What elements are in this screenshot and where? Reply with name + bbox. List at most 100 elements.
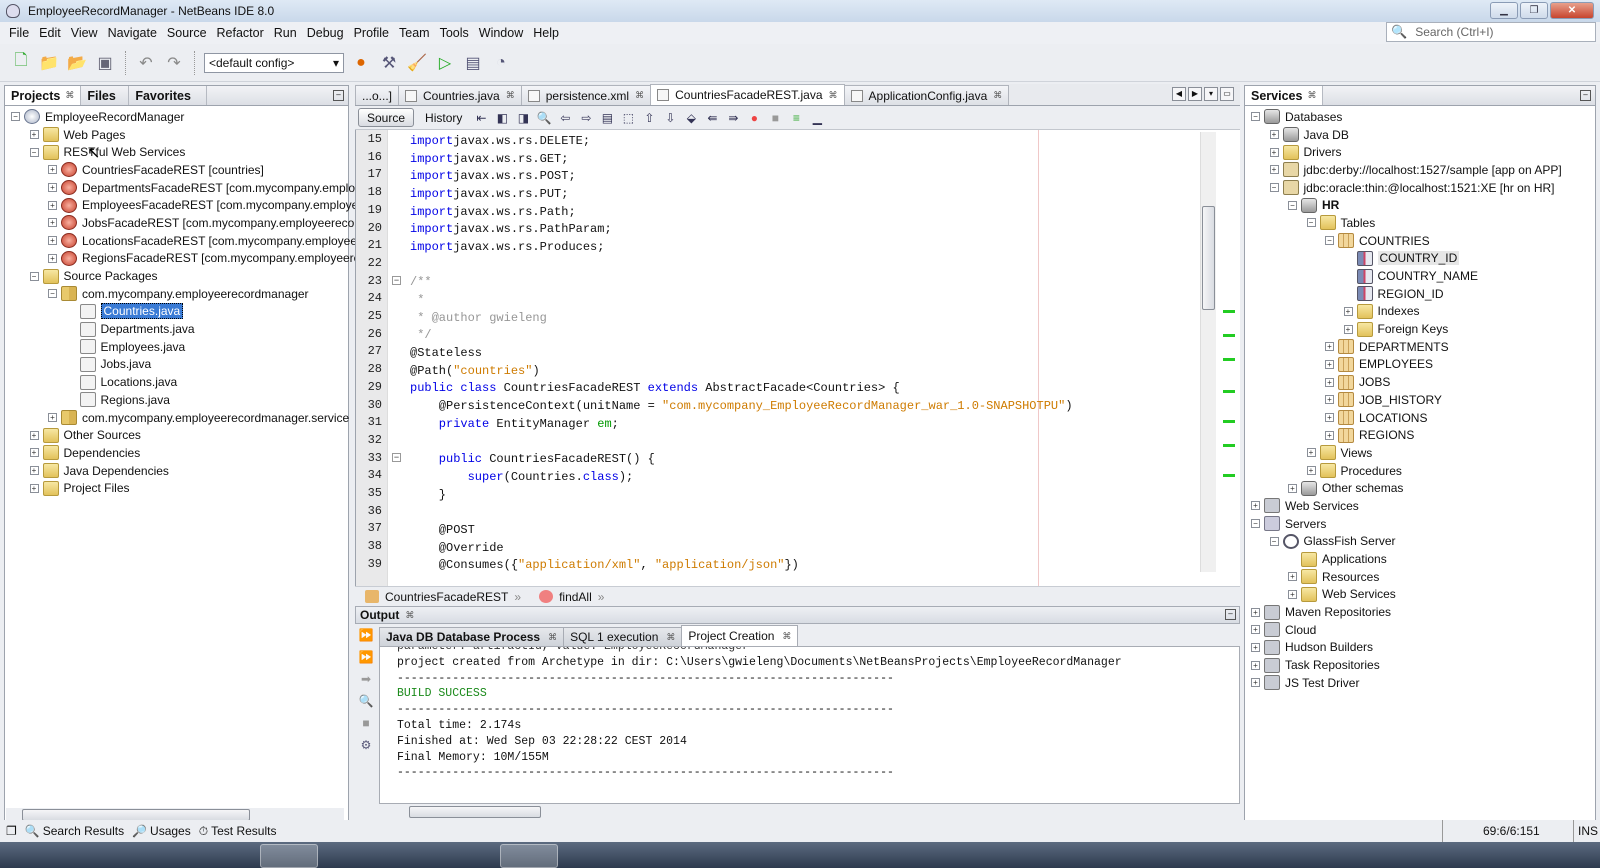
- close-icon[interactable]: ⌘: [635, 90, 644, 101]
- close-button[interactable]: ✕: [1550, 2, 1594, 19]
- expand-icon[interactable]: +: [1325, 359, 1334, 369]
- editor-tab[interactable]: ...o...]: [355, 85, 400, 105]
- tab-files[interactable]: Files: [81, 86, 130, 105]
- tab-favorites[interactable]: Favorites: [129, 86, 208, 105]
- arrow-right-icon[interactable]: ➡: [358, 670, 374, 688]
- project-tree-item[interactable]: Departments.java: [5, 320, 348, 338]
- toggle-bookmark-icon[interactable]: ⬙: [683, 110, 699, 126]
- change-marker[interactable]: [1223, 358, 1235, 361]
- output-tab[interactable]: SQL 1 execution ⌘: [563, 627, 683, 646]
- services-tree-item[interactable]: COUNTRY_NAME: [1245, 267, 1595, 285]
- services-tree-item[interactable]: + Task Repositories: [1245, 656, 1595, 674]
- forward-icon[interactable]: ◨: [515, 110, 531, 126]
- project-tree-item[interactable]: Countries.java: [5, 303, 348, 321]
- menu-run[interactable]: Run: [269, 26, 302, 40]
- expand-icon[interactable]: +: [48, 183, 57, 193]
- menu-view[interactable]: View: [66, 26, 103, 40]
- stop-icon[interactable]: ■: [358, 714, 374, 732]
- browser-icon[interactable]: ●: [350, 52, 372, 74]
- expand-icon[interactable]: +: [1306, 448, 1316, 458]
- quick-search-input[interactable]: 🔍 Search (Ctrl+I): [1386, 22, 1596, 42]
- new-project-icon[interactable]: 📁: [38, 52, 60, 74]
- expand-icon[interactable]: +: [48, 218, 57, 228]
- expand-icon[interactable]: +: [1251, 678, 1260, 688]
- expand-icon[interactable]: +: [29, 483, 39, 493]
- collapse-icon[interactable]: −: [1251, 519, 1260, 529]
- project-tree-item[interactable]: Jobs.java: [5, 356, 348, 374]
- previous-bookmark-icon[interactable]: ⇧: [641, 110, 657, 126]
- project-tree-item[interactable]: Locations.java: [5, 373, 348, 391]
- output-tab[interactable]: Project Creation ⌘: [681, 625, 799, 646]
- code-content[interactable]: import javax.ws.rs.DELETE; import javax.w…: [410, 132, 1073, 574]
- shift-left-icon[interactable]: ⇚: [704, 110, 720, 126]
- expand-icon[interactable]: +: [1343, 306, 1353, 316]
- project-tree-item[interactable]: + JobsFacadeREST [com.mycompany.employeer…: [5, 214, 440, 232]
- open-project-icon[interactable]: 📂: [66, 52, 88, 74]
- rerun-with-options-icon[interactable]: ⏩: [358, 648, 374, 666]
- services-tree-item[interactable]: + Java DB: [1245, 126, 1595, 144]
- expand-icon[interactable]: +: [1251, 642, 1260, 652]
- record-macro-icon[interactable]: ●: [746, 110, 762, 126]
- services-tree-item[interactable]: + Maven Repositories: [1245, 603, 1595, 621]
- tab-list-icon[interactable]: ▾: [1204, 87, 1218, 101]
- settings-icon[interactable]: ⚙: [358, 736, 374, 754]
- expand-icon[interactable]: +: [48, 236, 57, 246]
- expand-icon[interactable]: +: [48, 165, 57, 175]
- history-view-button[interactable]: History: [419, 108, 468, 127]
- menu-help[interactable]: Help: [528, 26, 564, 40]
- project-tree-item[interactable]: − RESTful Web Services: [5, 143, 348, 161]
- change-marker[interactable]: [1223, 334, 1235, 337]
- services-tree-item[interactable]: − Tables: [1245, 214, 1595, 232]
- minimize-panel-button[interactable]: –: [1225, 609, 1236, 620]
- configuration-select[interactable]: <default config> ▾: [204, 52, 344, 73]
- change-marker[interactable]: [1223, 420, 1235, 423]
- services-tree-item[interactable]: + Web Services: [1245, 586, 1595, 604]
- collapse-icon[interactable]: −: [1306, 218, 1316, 228]
- fold-toggle-icon[interactable]: −: [392, 453, 401, 462]
- new-file-icon[interactable]: 🗋: [10, 52, 32, 74]
- source-view-button[interactable]: Source: [358, 108, 415, 127]
- change-marker[interactable]: [1223, 390, 1235, 393]
- shift-right-icon[interactable]: ⇛: [725, 110, 741, 126]
- restore-button[interactable]: ❐: [1520, 2, 1548, 19]
- project-tree-item[interactable]: − EmployeeRecordManager: [5, 108, 348, 126]
- collapse-icon[interactable]: −: [48, 289, 57, 299]
- expand-icon[interactable]: +: [1269, 147, 1279, 157]
- project-tree-item[interactable]: + Project Files: [5, 479, 348, 497]
- scroll-left-icon[interactable]: ◀: [1172, 87, 1186, 101]
- find-previous-icon[interactable]: ⇦: [557, 110, 573, 126]
- rect-select-icon[interactable]: ⬚: [620, 110, 636, 126]
- output-title[interactable]: Output: [360, 608, 399, 622]
- expand-icon[interactable]: +: [29, 448, 39, 458]
- editor-tab[interactable]: ApplicationConfig.java ⌘: [843, 85, 1010, 105]
- collapse-icon[interactable]: −: [1269, 183, 1279, 193]
- expand-icon[interactable]: +: [29, 430, 39, 440]
- redo-icon[interactable]: ↷: [163, 52, 185, 74]
- expand-icon[interactable]: +: [1288, 589, 1297, 599]
- change-marker[interactable]: [1223, 474, 1235, 477]
- breadcrumb-method[interactable]: findAll: [559, 590, 592, 604]
- project-tree-item[interactable]: + Web Pages: [5, 126, 348, 144]
- stop-macro-icon[interactable]: ■: [767, 110, 783, 126]
- services-tree-item[interactable]: + Resources: [1245, 568, 1595, 586]
- close-icon[interactable]: ⌘: [666, 632, 675, 643]
- expand-icon[interactable]: +: [1325, 342, 1334, 352]
- expand-icon[interactable]: +: [1325, 377, 1334, 387]
- services-tree-item[interactable]: + Web Services: [1245, 497, 1595, 515]
- collapse-icon[interactable]: −: [1251, 112, 1260, 122]
- menu-refactor[interactable]: Refactor: [212, 26, 269, 40]
- close-icon[interactable]: ⌘: [1307, 90, 1316, 101]
- menu-window[interactable]: Window: [474, 26, 528, 40]
- run-icon[interactable]: ▷: [434, 52, 456, 74]
- expand-icon[interactable]: +: [1288, 483, 1297, 493]
- services-tree-item[interactable]: + LOCATIONS: [1245, 409, 1595, 427]
- tab-services[interactable]: Services ⌘: [1245, 86, 1324, 105]
- taskbar-button[interactable]: [500, 844, 558, 868]
- menu-team[interactable]: Team: [394, 26, 435, 40]
- project-tree-item[interactable]: + Dependencies: [5, 444, 348, 462]
- expand-icon[interactable]: +: [1251, 607, 1260, 617]
- expand-icon[interactable]: +: [1306, 466, 1316, 476]
- change-marker[interactable]: [1223, 310, 1235, 313]
- rerun-icon[interactable]: ⏩: [358, 626, 374, 644]
- project-tree-item[interactable]: Employees.java: [5, 338, 348, 356]
